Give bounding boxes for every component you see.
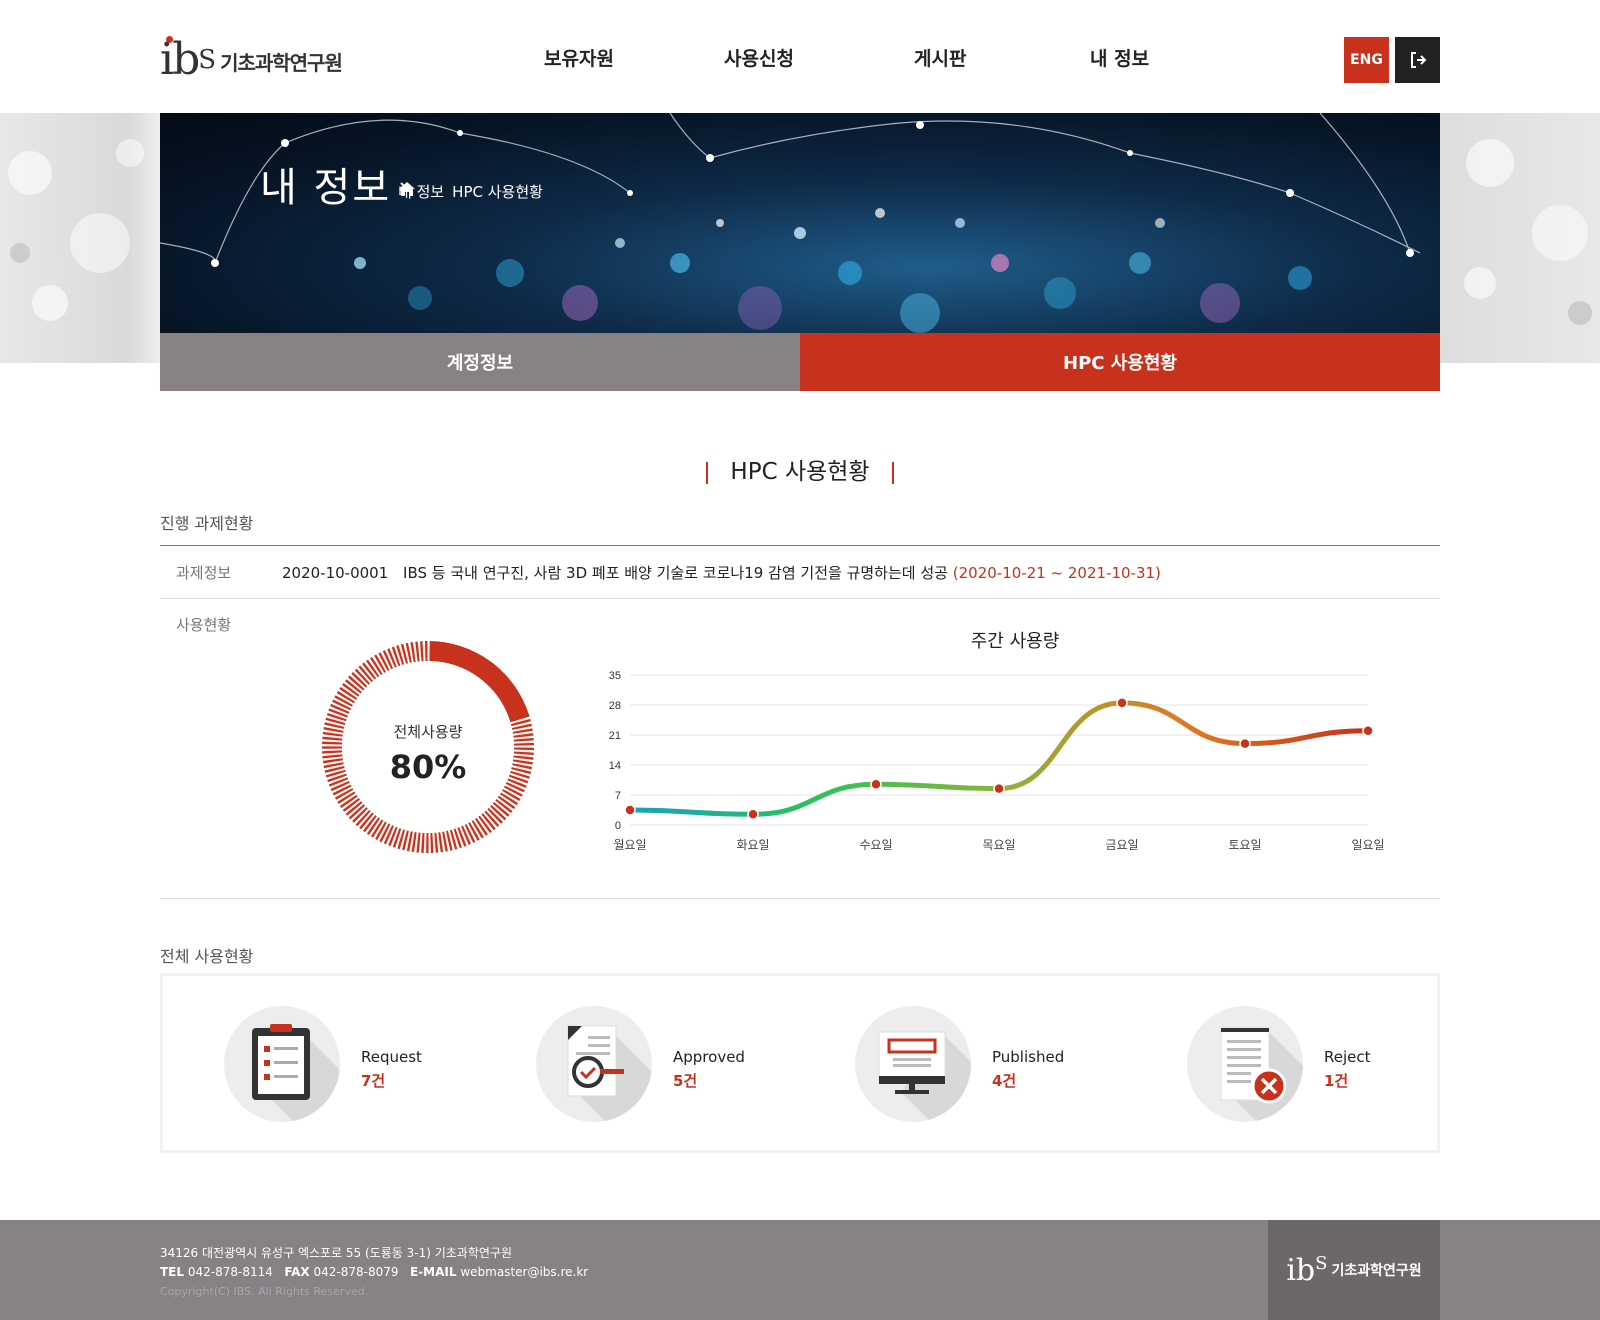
data-point[interactable] [624, 804, 636, 816]
nav-apply[interactable]: 사용신청 [724, 44, 794, 71]
divider [160, 598, 1440, 599]
stat-approved: Approved 5건 [536, 1006, 836, 1122]
y-tick-label: 7 [615, 790, 621, 802]
document-reject-icon [1187, 1006, 1303, 1122]
tab-account-info[interactable]: 계정정보 [160, 333, 800, 391]
y-tick-label: 0 [615, 820, 621, 832]
chart-title: 주간 사용량 [970, 631, 1060, 652]
stat-count: 7건 [361, 1072, 386, 1090]
page-title: HPC 사용현황 [0, 452, 1600, 486]
footer-email[interactable]: webmaster@ibs.re.kr [460, 1265, 588, 1279]
breadcrumb: 내 정보 HPC 사용현황 [398, 181, 543, 202]
task-info: 2020-10-0001 IBS 등 국내 연구진, 사람 3D 폐포 배양 기… [282, 562, 1161, 583]
summary-heading: 전체 사용현황 [160, 947, 254, 966]
x-tick-label: 토요일 [1228, 838, 1261, 852]
logout-button[interactable] [1395, 37, 1440, 83]
footer-logo-mark: ibS [1286, 1252, 1328, 1288]
footer-logo[interactable]: ibS 기초과학연구원 [1268, 1220, 1440, 1320]
chevron-right-icon [400, 182, 407, 192]
x-tick-label: 일요일 [1351, 838, 1384, 852]
donut-label: 전체사용량 [393, 723, 463, 741]
logout-icon [1410, 52, 1426, 68]
stat-label: Reject [1324, 1048, 1371, 1066]
footer-address: 34126 대전광역시 유성구 엑스포로 55 (도룡동 3-1) 기초과학연구… [160, 1246, 512, 1260]
logo-name: 기초과학연구원 [220, 51, 343, 75]
language-eng-button[interactable]: ENG [1344, 37, 1389, 83]
y-tick-label: 21 [609, 730, 621, 742]
stat-request: Request 7건 [224, 1006, 524, 1122]
weekly-usage-line-chart: 0 7 14 21 28 35 월요일 화요일 수요일 목요일 금요일 토요일 일요일 [609, 670, 1385, 852]
breadcrumb-item-hpc[interactable]: HPC 사용현황 [452, 181, 543, 202]
data-point[interactable] [993, 782, 1005, 795]
task-info-label: 과제정보 [176, 564, 232, 582]
stat-count: 1건 [1324, 1072, 1349, 1090]
donut-value: 80% [389, 748, 467, 786]
divider [160, 545, 1440, 546]
nav-board[interactable]: 게시판 [914, 44, 966, 71]
donut-inner [342, 661, 514, 833]
footer-info: 34126 대전광역시 유성구 엑스포로 55 (도룡동 3-1) 기초과학연구… [160, 1244, 588, 1301]
stat-count: 5건 [673, 1072, 698, 1090]
footer-copyright: Copyright(C) IBS. All Rights Reserved. [160, 1285, 369, 1298]
data-point[interactable] [1362, 724, 1374, 737]
x-tick-label: 수요일 [859, 838, 892, 852]
footer-fax: 042-878-8079 [313, 1265, 399, 1279]
series-line [627, 700, 1371, 817]
monitor-icon [855, 1006, 971, 1122]
task-period: (2020-10-21 ~ 2021-10-31) [952, 564, 1161, 582]
hero-banner: 내 정보 내 정보 HPC 사용현황 [160, 113, 1440, 333]
footer-contacts: TEL 042-878-8114 FAX 042-878-8079 E-MAIL… [160, 1265, 589, 1279]
document-check-icon [536, 1006, 652, 1122]
task-title: IBS 등 국내 연구진, 사람 3D 폐포 배양 기술로 코로나19 감염 기… [403, 564, 948, 582]
fiber-optic-decoration [160, 113, 1421, 333]
site-logo[interactable]: ibS 기초과학연구원 [160, 34, 343, 85]
stat-label: Published [992, 1048, 1065, 1066]
stat-label: Request [361, 1048, 422, 1066]
nav-resources[interactable]: 보유자원 [544, 44, 614, 71]
stat-published: Published 4건 [855, 1006, 1155, 1122]
x-tick-label: 목요일 [982, 838, 1015, 852]
site-header: ibS 기초과학연구원 보유자원 사용신청 게시판 내 정보 ENG [0, 0, 1600, 113]
data-point[interactable] [1116, 697, 1128, 709]
banner-title: 내 정보 [260, 165, 392, 211]
bokeh-left-decoration [8, 139, 144, 321]
data-point[interactable] [870, 778, 882, 791]
stat-count: 4건 [992, 1072, 1017, 1090]
stat-label: Approved [673, 1048, 745, 1066]
logo-mark: ibS [160, 34, 216, 85]
divider [160, 898, 1440, 899]
usage-donut-chart [322, 641, 534, 853]
progress-heading: 진행 과제현황 [160, 514, 254, 533]
y-tick-label: 28 [609, 700, 621, 712]
data-point[interactable] [1239, 737, 1251, 750]
tab-hpc-usage[interactable]: HPC 사용현황 [800, 333, 1440, 391]
footer-tel: 042-878-8114 [187, 1265, 273, 1279]
task-number: 2020-10-0001 [282, 564, 389, 582]
x-tick-label: 월요일 [613, 838, 646, 852]
sub-tabs: 계정정보 HPC 사용현황 [160, 333, 1440, 391]
y-tick-label: 14 [609, 760, 621, 772]
x-tick-label: 화요일 [736, 838, 769, 852]
data-point[interactable] [747, 808, 759, 821]
bokeh-right-decoration [1464, 139, 1592, 325]
clipboard-checklist-icon [224, 1006, 340, 1122]
usage-label: 사용현황 [176, 616, 232, 634]
footer-logo-name: 기초과학연구원 [1331, 1263, 1422, 1279]
nav-my-info[interactable]: 내 정보 [1090, 44, 1149, 71]
y-tick-label: 35 [609, 670, 621, 682]
x-tick-label: 금요일 [1105, 838, 1138, 852]
stat-reject: Reject 1건 [1187, 1006, 1487, 1122]
